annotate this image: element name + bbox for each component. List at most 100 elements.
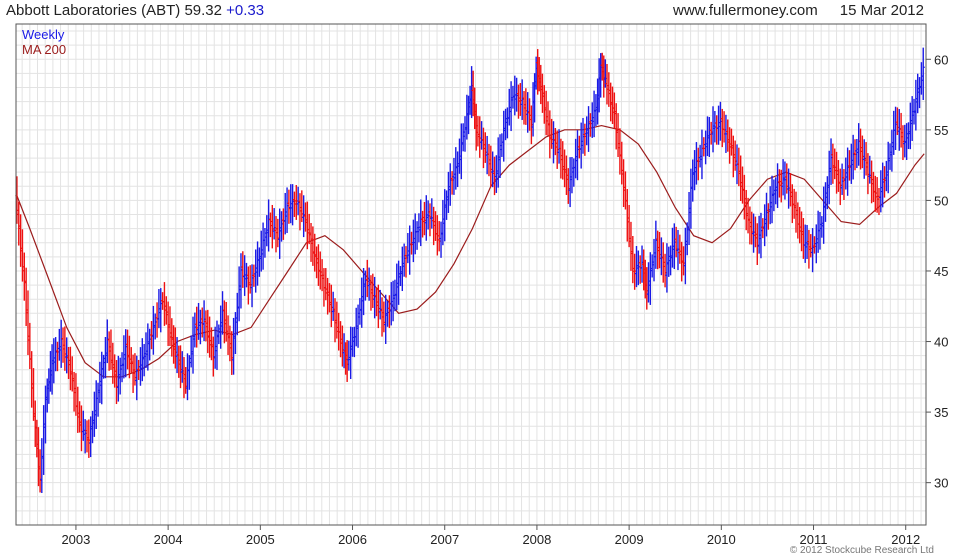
weekly-ohlc-bar [542,85,546,124]
weekly-ohlc-bar [417,213,421,243]
weekly-ohlc-bar [292,191,297,217]
weekly-ohlc-bar [168,306,172,346]
weekly-ohlc-bar [384,294,388,344]
weekly-ohlc-bar [193,312,197,348]
weekly-ohlc-bar [724,114,728,153]
weekly-ohlc-bar [138,347,143,386]
weekly-ohlc-bar [125,329,130,370]
weekly-ohlc-bar [794,191,798,233]
weekly-ohlc-bar [691,159,695,202]
price-chart: 30 35 40 45 50 55 60 2003 2004 2005 2006 2007 2008 2… [15,23,948,547]
weekly-ohlc-bar [87,419,91,458]
weekly-ohlc-bar [562,149,567,188]
weekly-ohlc-bar [816,210,820,253]
weekly-ohlc-bar [109,329,113,370]
weekly-ohlc-bar [450,171,454,195]
weekly-ohlc-bar [696,147,700,181]
weekly-ohlc-bar [118,357,122,395]
weekly-ohlc-bar [78,401,82,433]
weekly-ohlc-bar [836,160,841,192]
weekly-ohlc-bar [100,351,104,405]
weekly-ohlc-bar [146,323,150,371]
weekly-ohlc-bar [398,266,403,287]
weekly-ohlc-bar [441,199,445,246]
weekly-ohlc-bar [676,230,680,271]
weekly-ohlc-bar [709,121,713,145]
weekly-ohlc-bar [402,243,406,277]
weekly-ohlc-bar [777,169,782,198]
weekly-ohlc-bar [239,253,243,309]
weekly-ohlc-bar [916,73,920,114]
x-tick-label: 2005 [246,532,275,547]
weekly-ohlc-bar [702,137,706,157]
weekly-ohlc-bar [692,150,697,191]
weekly-ohlc-bar [577,135,581,159]
weekly-ohlc-bar [443,189,447,242]
weekly-ohlc-bar [768,186,772,225]
weekly-ohlc-bar [750,211,754,245]
weekly-ohlc-bar [683,227,687,285]
weekly-ohlc-bar [224,301,228,342]
weekly-ohlc-bar [70,356,74,392]
weekly-ohlc-bar [492,156,497,196]
weekly-ohlc-bar [840,163,844,195]
weekly-ohlc-bar [463,116,467,152]
weekly-ohlc-bar [140,338,144,382]
weekly-ohlc-bar [796,202,800,239]
weekly-ohlc-bar [326,277,330,315]
weekly-ohlc-bar [838,168,842,206]
weekly-ohlc-bar [757,215,761,254]
x-tick-label: 2004 [154,532,183,547]
weekly-ohlc-bar [585,116,589,146]
weekly-ohlc-bar [507,88,511,126]
weekly-ohlc-bar [331,291,335,321]
x-tick-label: 2006 [338,532,367,547]
weekly-ohlc-bar [831,143,835,184]
weekly-ohlc-bar [411,219,415,263]
weekly-ohlc-bar [648,252,652,305]
weekly-ohlc-bar [285,187,289,233]
weekly-ohlc-bar [89,416,93,458]
weekly-ohlc-bar [502,110,506,162]
weekly-ohlc-bar [503,108,508,141]
x-tick-label: 2007 [430,532,459,547]
weekly-ohlc-bar [833,148,837,180]
weekly-ohlc-bar [846,147,850,196]
weekly-ohlc-bar [901,125,905,161]
x-axis: 2003 2004 2005 2006 2007 2008 2009 2010 2011 2012 [61,525,920,547]
weekly-ohlc-bar [422,201,427,236]
weekly-ohlc-bar [329,284,333,328]
weekly-ohlc-bar [524,88,528,125]
weekly-ohlc-bar [74,373,78,416]
weekly-ohlc-bar [120,352,124,383]
weekly-ohlc-bar [788,172,793,207]
weekly-ohlc-bar [378,289,382,320]
weekly-ohlc-bar [553,128,557,156]
y-tick-label: 50 [934,193,948,208]
weekly-ohlc-bar [116,355,120,402]
weekly-ohlc-bar [623,171,628,210]
weekly-ohlc-bar [485,135,489,175]
y-tick-label: 60 [934,52,948,67]
weekly-ohlc-bar [261,222,265,270]
weekly-ohlc-bar [222,300,226,344]
weekly-ohlc-bar [187,355,191,390]
weekly-ohlc-bar [731,135,735,178]
weekly-ohlc-bar [191,316,195,374]
weekly-ohlc-bar [822,186,826,244]
weekly-ohlc-bar [739,155,743,201]
weekly-ohlc-bar [289,184,293,224]
weekly-ohlc-bar [886,141,890,194]
weekly-ohlc-bar [546,101,550,136]
weekly-ohlc-bar [155,302,159,338]
weekly-ohlc-bar [268,212,273,238]
weekly-ohlc-bar [72,371,76,412]
weekly-ohlc-bar [231,317,236,375]
weekly-ohlc-bar [892,110,896,155]
weekly-ohlc-bar [770,175,774,224]
weekly-ohlc-bar [575,130,580,181]
weekly-ohlc-bar [349,326,353,380]
weekly-ohlc-bar [279,211,284,242]
weekly-ohlc-bar [164,296,168,325]
y-tick-label: 35 [934,405,948,420]
